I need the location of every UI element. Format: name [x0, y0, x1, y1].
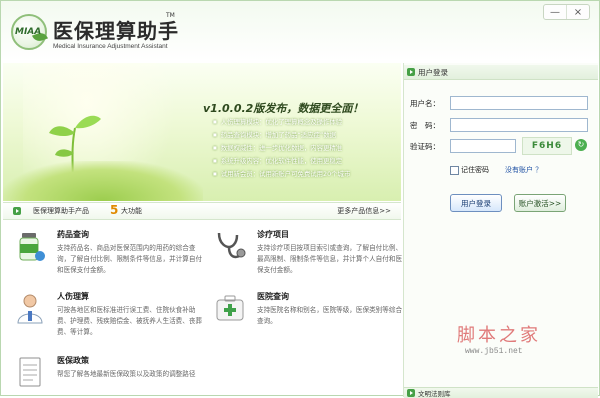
logo-text: MIAA	[15, 27, 42, 37]
password-label: 密 码：	[410, 121, 440, 130]
banner-item: 试用新会员：试用新账户可免费试用20个城市	[213, 168, 351, 181]
banner-headline: v1.0.0.2版发布，数据更全面！	[203, 102, 364, 115]
medical-kit-icon	[216, 295, 244, 321]
password-input[interactable]	[450, 118, 588, 132]
feature-injury-calc[interactable]: 人伤理算 可按各地区和医标准进行误工费、住院伙食补助费、护理费、残疾赔偿金、被抚…	[13, 291, 203, 341]
banner-item: 数据权威性：进一步优化数据，内容更精准	[213, 142, 350, 155]
window-controls: — ×	[543, 4, 590, 20]
app-subtitle: Medical Insurance Adjustment Assistant	[53, 43, 168, 50]
feature-treatment-items[interactable]: 诊疗项目 支持诊疗项目按项目索引或查询，了解自付比例、最高限制、限制条件等信息，…	[213, 229, 403, 279]
feature-title: 人伤理算	[57, 292, 89, 301]
trademark-mark: TM	[166, 12, 175, 19]
watermark-url: www.jb51.net	[465, 347, 523, 356]
captcha-image[interactable]: F6H6	[522, 137, 572, 155]
stethoscope-icon	[217, 232, 246, 259]
watermark-text: 脚本之家	[457, 325, 541, 346]
arrow-right-icon	[407, 68, 415, 76]
no-account-link[interactable]: 没有账户 ？	[505, 165, 542, 175]
login-button[interactable]: 用户登录	[450, 194, 502, 212]
feature-title: 医院查询	[257, 292, 289, 301]
medicine-bottle-icon	[19, 233, 45, 261]
feature-title: 诊疗项目	[257, 230, 289, 239]
doctor-icon	[17, 294, 43, 324]
strip-suffix: 大功能	[121, 207, 142, 215]
features-strip: 医保理算助手产品 5 大功能 更多产品信息>>	[3, 202, 401, 220]
remember-checkbox[interactable]	[450, 165, 459, 175]
strip-prefix: 医保理算助手产品	[33, 207, 89, 215]
username-input[interactable]	[450, 96, 588, 110]
app-window: MIAA 医保理算助手 TM Medical Insurance Adjustm…	[0, 0, 600, 398]
captcha-input[interactable]	[450, 139, 516, 153]
document-icon	[19, 357, 41, 387]
app-title: 医保理算助手	[53, 19, 179, 43]
login-section-title: 用户登录	[418, 68, 448, 77]
rules-section-header[interactable]: 文明法则库	[404, 387, 598, 398]
arrow-right-icon	[13, 207, 21, 215]
username-label: 用户名：	[410, 99, 440, 108]
remember-label: 记住密码	[461, 166, 489, 174]
feature-desc: 帮您了解各地最新医保政策以及政策的调整路径	[57, 370, 196, 378]
captcha-label: 验证码：	[410, 142, 440, 151]
banner-item: 药品查询模块：增加了药品“适应症”数据	[213, 129, 350, 142]
feature-drug-query[interactable]: 药品查询 支持药品名、商品对医保范围内的用药的综合查询，了解自付比例、限制条件等…	[13, 229, 203, 279]
feature-count: 5	[110, 203, 119, 217]
feature-desc: 支持药品名、商品对医保范围内的用药的综合查询，了解自付比例、限制条件等信息，并计…	[57, 244, 203, 274]
banner-feature-list: 人伤理算模块：优化了理算概念及操作体验 药品查询模块：增加了药品“适应症”数据 …	[213, 116, 351, 181]
refresh-icon[interactable]: ↻	[575, 139, 587, 151]
close-button[interactable]: ×	[566, 5, 589, 19]
feature-title: 医保政策	[57, 356, 89, 365]
minimize-button[interactable]: —	[544, 5, 566, 19]
feature-desc: 支持医院名称和别名，医院等级，医保类别等综合查询。	[257, 306, 403, 325]
remember-password[interactable]: 记住密码	[450, 165, 489, 175]
activate-account-button[interactable]: 账户激活>>	[514, 194, 566, 212]
feature-desc: 可按各地区和医标准进行误工费、住院伙食补助费、护理费、残疾赔偿金、被抚养人生活费…	[57, 306, 203, 336]
login-section-header: 用户登录	[404, 65, 598, 80]
banner-item: 系统升级内容：优化软件性能，使用更稳定	[213, 155, 350, 168]
banner-item: 人伤理算模块：优化了理算概念及操作体验	[213, 116, 350, 129]
title-bar: MIAA 医保理算助手 TM Medical Insurance Adjustm…	[1, 1, 599, 59]
grass-decoration	[3, 161, 203, 201]
rules-section-title: 文明法则库	[418, 390, 451, 398]
promo-banner: v1.0.0.2版发布，数据更全面！ 人伤理算模块：优化了理算概念及操作体验 药…	[3, 63, 401, 201]
feature-hospital-query[interactable]: 医院查询 支持医院名称和别名，医院等级，医保类别等综合查询。	[213, 291, 403, 341]
more-info-link[interactable]: 更多产品信息>>	[337, 206, 391, 216]
feature-title: 药品查询	[57, 230, 89, 239]
feature-desc: 支持诊疗项目按项目索引或查询，了解自付比例、最高限制、限制条件等信息，并计算个人…	[257, 244, 403, 274]
feature-insurance-policy[interactable]: 医保政策 帮您了解各地最新医保政策以及政策的调整路径	[13, 355, 203, 395]
